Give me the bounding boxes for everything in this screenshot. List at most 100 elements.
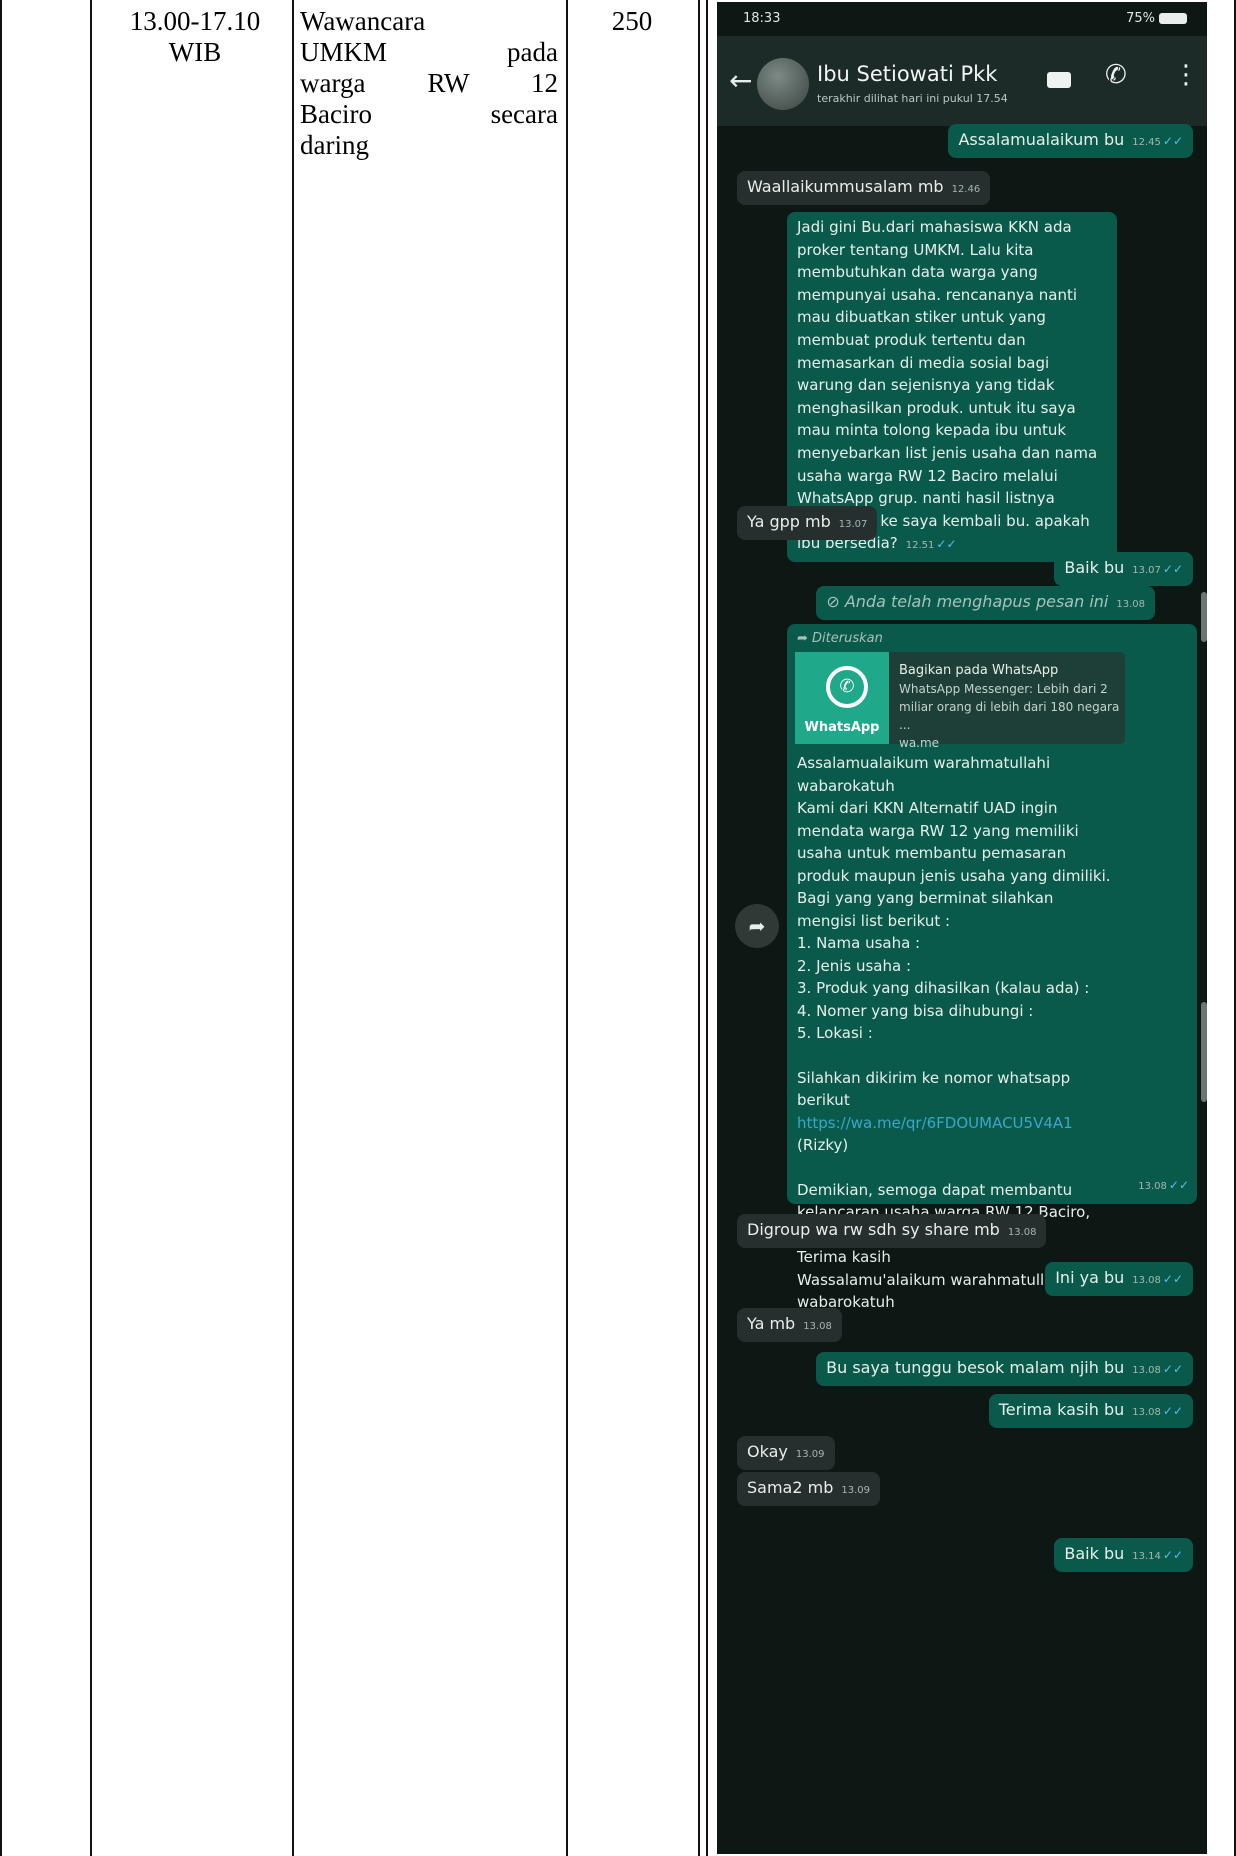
phone-call-icon[interactable]: ✆ <box>1105 60 1127 90</box>
time-line: WIB <box>168 37 222 67</box>
forwarded-line: Assalamualaikum warahmatullahi wabarokat… <box>797 754 1051 795</box>
time-cell: 13.00-17.10 WIB <box>106 6 284 68</box>
message-time: 12.51 <box>905 540 935 552</box>
message-bubble: Terima kasih bu 13.08 ✓✓ <box>988 1394 1193 1428</box>
whatsapp-icon: ✆ <box>826 666 868 708</box>
forwarded-line: Silahkan dikirim ke nomor whatsapp berik… <box>797 1068 1071 1110</box>
message-bubble: Bu saya tunggu besok malam njih bu 13.08 ✓… <box>816 1352 1193 1386</box>
whatsapp-logo-text: WhatsApp <box>804 720 880 735</box>
link-preview-title: Bagikan pada WhatsApp <box>899 663 1059 678</box>
scrollbar[interactable] <box>1201 1002 1207 1102</box>
message-time: 13.08 <box>1132 1275 1161 1286</box>
more-options-icon[interactable]: ⋮ <box>1173 60 1199 90</box>
read-receipt-icon: ✓✓ <box>1162 134 1183 148</box>
status-time: 18:33 <box>743 11 781 26</box>
time-line: 13.00-17.10 <box>129 6 261 36</box>
video-call-icon[interactable] <box>1047 72 1071 88</box>
link-preview-desc: WhatsApp Messenger: Lebih dari 2 miliar … <box>899 682 1120 732</box>
battery-icon <box>1159 13 1187 24</box>
battery-level: 75% <box>1126 11 1155 26</box>
message-bubble: Digroup wa rw sdh sy share mb 13.08 <box>737 1214 1047 1248</box>
message-text: Baik bu <box>1064 558 1125 577</box>
message-time: 13.08 <box>1116 599 1145 610</box>
message-text: Anda telah menghapus pesan ini <box>844 592 1109 611</box>
forwarded-line: Kami dari KKN Alternatif UAD ingin menda… <box>797 799 1111 930</box>
message-text: Ya gpp mb <box>747 512 831 531</box>
avatar[interactable] <box>757 58 809 110</box>
count-cell: 250 <box>611 6 653 36</box>
read-receipt-icon: ✓✓ <box>1168 1178 1189 1192</box>
message-time: 13.08 <box>1007 1227 1037 1238</box>
contact-name[interactable]: Ibu Setiowati Pkk <box>817 62 997 86</box>
message-time: 13.08 <box>1132 1407 1161 1418</box>
read-receipt-icon: ✓✓ <box>936 537 957 552</box>
message-text: Terima kasih bu <box>998 1400 1125 1419</box>
message-text: Waallaikummusalam mb <box>747 177 944 196</box>
table-border <box>706 0 708 1856</box>
message-text: Assalamualaikum bu <box>958 130 1125 149</box>
message-bubble: Waallaikummusalam mb 12.46 <box>737 171 991 205</box>
link-preview-text: Bagikan pada WhatsApp WhatsApp Messenger… <box>899 662 1125 752</box>
message-text: Ya mb <box>747 1314 796 1333</box>
message-bubble: Okay 13.09 <box>737 1436 835 1470</box>
message-time: 13.09 <box>795 1449 825 1460</box>
activity-line: warga RW 12 <box>300 68 558 98</box>
message-bubble: Assalamualaikum bu 12.45 ✓✓ <box>948 124 1193 158</box>
activity-line: UMKM pada <box>300 37 558 67</box>
forwarded-link[interactable]: https://wa.me/qr/6FDOUMACU5V4A1 <box>797 1114 1073 1132</box>
message-bubble: Ya gpp mb 13.07 <box>737 506 878 540</box>
chat-header: ← Ibu Setiowati Pkk terakhir dilihat har… <box>717 36 1207 126</box>
message-text: Ini ya bu <box>1055 1268 1125 1287</box>
activity-line: Baciro secara <box>300 99 558 129</box>
message-text: Jadi gini Bu.dari mahasiswa KKN ada prok… <box>797 218 1098 553</box>
scrollbar[interactable] <box>1201 592 1207 642</box>
message-time: 12.45 <box>1132 137 1161 148</box>
message-time: 13.07 <box>838 519 868 530</box>
message-bubble: Ini ya bu 13.08 ✓✓ <box>1045 1262 1193 1296</box>
link-preview-card[interactable]: ✆ WhatsApp Bagikan pada WhatsApp WhatsAp… <box>795 652 1125 750</box>
deleted-icon: ⊘ <box>826 592 845 611</box>
message-text: Baik bu <box>1064 1544 1125 1563</box>
status-right: 75% <box>1126 11 1187 26</box>
message-time: 13.14 <box>1132 1551 1161 1562</box>
read-receipt-icon: ✓✓ <box>1162 562 1183 576</box>
table-border <box>292 0 294 1856</box>
read-receipt-icon: ✓✓ <box>1162 1272 1183 1286</box>
status-bar: 18:33 75% <box>717 2 1207 36</box>
message-time: 13.07 <box>1132 565 1161 576</box>
message-text: Bu saya tunggu besok malam njih bu <box>826 1358 1125 1377</box>
activity-line: daring <box>300 130 369 160</box>
table-border <box>566 0 568 1856</box>
message-time: 13.08 <box>1138 1181 1167 1192</box>
read-receipt-icon: ✓✓ <box>1162 1362 1183 1376</box>
message-bubble: Baik bu 13.07 ✓✓ <box>1054 552 1193 586</box>
message-time: 13.08 <box>1132 1365 1161 1376</box>
link-preview-domain: wa.me <box>899 736 940 750</box>
forwarded-meta: 13.08 ✓✓ <box>1130 1172 1189 1198</box>
table-border <box>698 0 700 1856</box>
message-bubble: Sama2 mb 13.09 <box>737 1472 880 1506</box>
whatsapp-logo: ✆ WhatsApp <box>795 652 889 744</box>
forward-share-icon[interactable]: ➦ <box>735 904 779 948</box>
table-border <box>90 0 92 1856</box>
back-arrow-icon[interactable]: ← <box>729 64 752 97</box>
read-receipt-icon: ✓✓ <box>1162 1548 1183 1562</box>
forwarded-link-line: https://wa.me/qr/6FDOUMACU5V4A1 (Rizky) <box>797 1112 1115 1157</box>
forwarded-line: 1. Nama usaha : <box>797 934 921 952</box>
chat-screenshot: 18:33 75% ← Ibu Setiowati Pkk terakhir d… <box>717 2 1207 1854</box>
forwarded-line: 2. Jenis usaha : <box>797 956 912 975</box>
forwarded-line: 4. Nomer yang bisa dihubungi : <box>797 1001 1034 1020</box>
deleted-message-bubble: ⊘ Anda telah menghapus pesan ini 13.08 <box>816 586 1155 620</box>
message-time: 12.46 <box>951 184 981 195</box>
message-time: 13.09 <box>841 1485 870 1496</box>
forwarded-message-bubble: ➦ Diteruskan ✆ WhatsApp Bagikan pada Wha… <box>787 624 1197 1311</box>
message-bubble: Baik bu 13.14 ✓✓ <box>1054 1538 1193 1572</box>
message-text: Okay <box>747 1442 788 1461</box>
message-text: Sama2 mb <box>747 1478 834 1497</box>
last-seen: terakhir dilihat hari ini pukul 17.54 <box>817 92 1008 105</box>
read-receipt-icon: ✓✓ <box>1162 1404 1183 1418</box>
forwarded-line: 5. Lokasi : <box>797 1024 873 1042</box>
message-time: 13.08 <box>803 1321 832 1332</box>
